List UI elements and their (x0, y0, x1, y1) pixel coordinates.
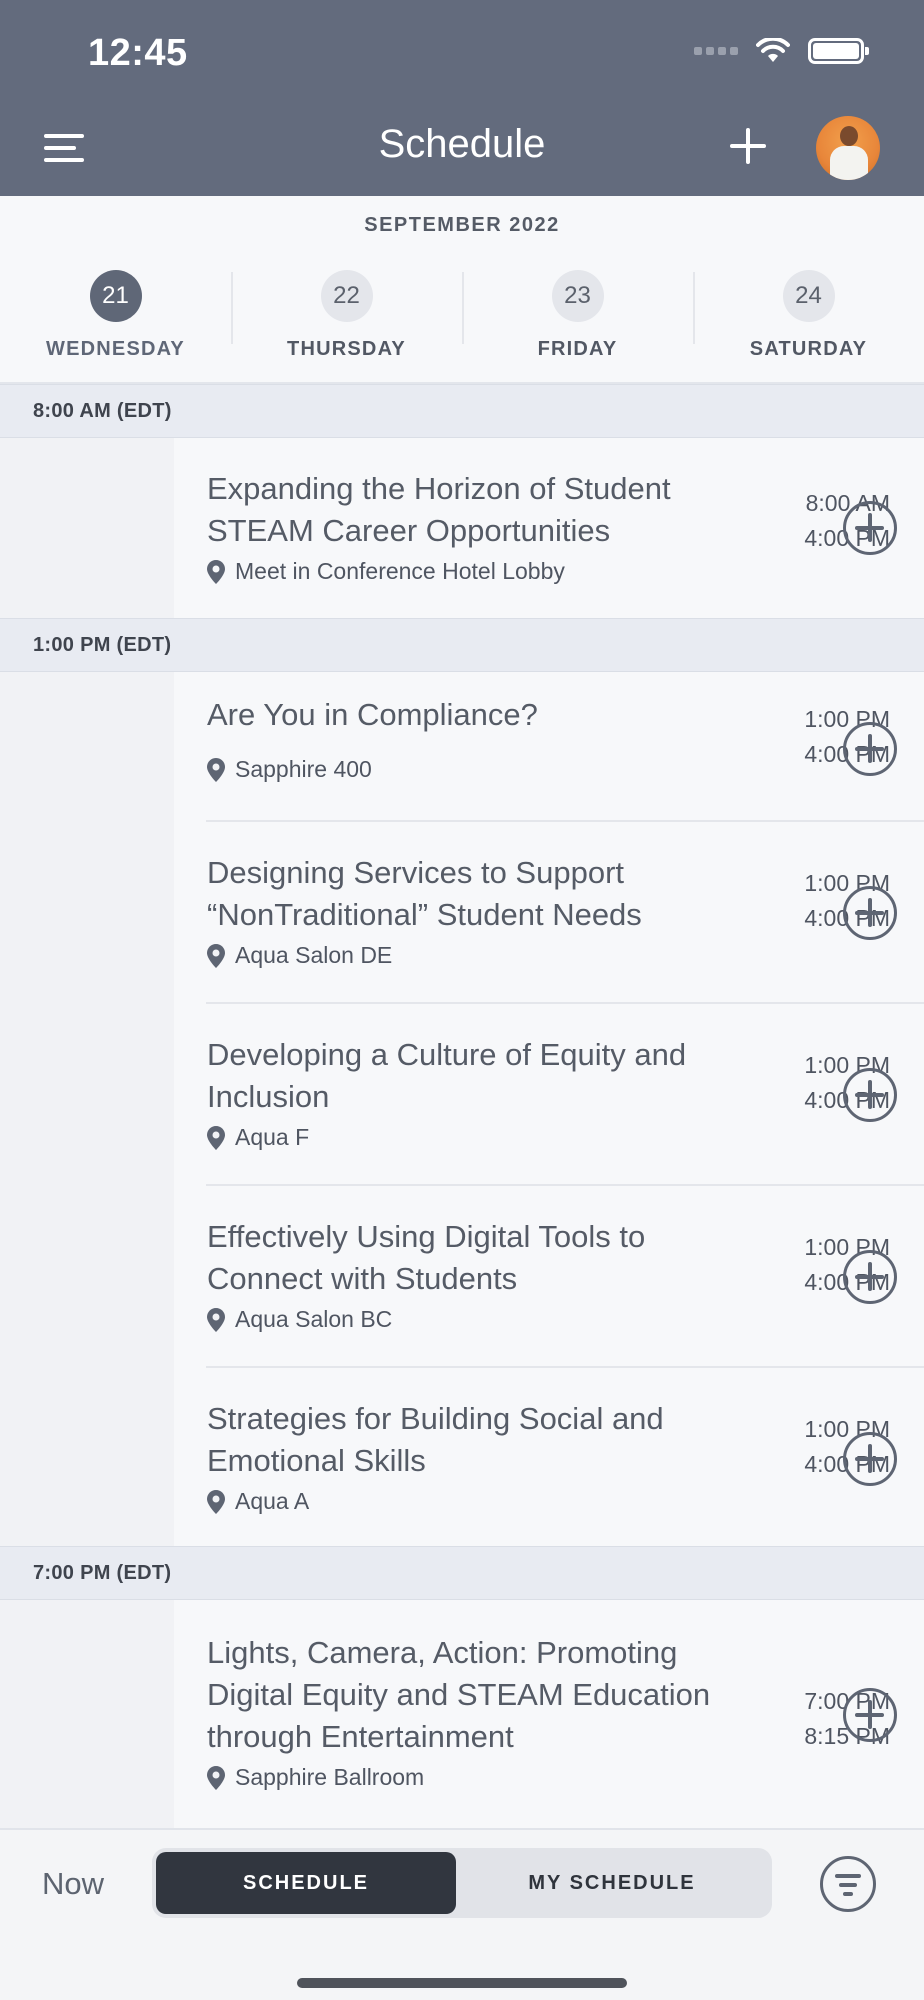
day-tab-24[interactable]: 24 SATURDAY (693, 270, 924, 360)
schedule-segmented-control: SCHEDULE MY SCHEDULE (152, 1848, 772, 1918)
add-to-schedule-button[interactable] (843, 722, 897, 776)
event-location: Sapphire Ballroom (207, 1764, 424, 1791)
event-title: Developing a Culture of Equity and Inclu… (207, 1037, 687, 1114)
add-to-schedule-button[interactable] (843, 886, 897, 940)
bottom-toolbar: Now SCHEDULE MY SCHEDULE (0, 1828, 924, 2000)
page-title: Schedule (378, 122, 546, 166)
day-label: SATURDAY (749, 338, 868, 360)
event-row[interactable]: 1:00 PM 4:00 PM Designing Services to Su… (0, 822, 924, 1004)
event-title: Effectively Using Digital Tools to Conne… (207, 1219, 646, 1296)
location-pin-icon (207, 559, 225, 584)
location-pin-icon (207, 1489, 225, 1514)
event-title: Strategies for Building Social and Emoti… (207, 1401, 664, 1478)
time-section-header: 8:00 AM (EDT) (0, 384, 924, 438)
event-row[interactable]: 8:00 AM 4:00 PM Expanding the Horizon of… (0, 438, 924, 618)
location-pin-icon (207, 943, 225, 968)
section-label: 8:00 AM (EDT) (33, 400, 172, 422)
day-number: 22 (320, 270, 373, 322)
add-to-schedule-button[interactable] (843, 1432, 897, 1486)
event-row[interactable]: 1:00 PM 4:00 PM Effectively Using Digita… (0, 1186, 924, 1368)
home-indicator (297, 1978, 627, 1988)
event-location: Meet in Conference Hotel Lobby (207, 558, 565, 585)
time-section-header: 1:00 PM (EDT) (0, 618, 924, 672)
cellular-signal-icon (694, 47, 738, 55)
event-row[interactable]: 1:00 PM 4:00 PM Strategies for Building … (0, 1368, 924, 1546)
app-header: 12:45 Schedule (0, 0, 924, 196)
day-number: 24 (782, 270, 835, 322)
wifi-icon (756, 38, 790, 62)
section-label: 7:00 PM (EDT) (33, 1562, 172, 1584)
location-pin-icon (207, 1307, 225, 1332)
add-to-schedule-button[interactable] (843, 501, 897, 555)
location-text: Aqua Salon DE (235, 942, 393, 968)
filter-icon[interactable] (820, 1856, 876, 1912)
add-to-schedule-button[interactable] (843, 1068, 897, 1122)
day-label: FRIDAY (537, 338, 618, 360)
location-text: Aqua Salon BC (235, 1306, 393, 1332)
event-title: Lights, Camera, Action: Promoting Digita… (207, 1635, 711, 1754)
status-indicators (694, 38, 869, 64)
location-pin-icon (207, 757, 225, 782)
event-title: Expanding the Horizon of Student STEAM C… (207, 471, 671, 548)
time-section-header: 7:00 PM (EDT) (0, 1546, 924, 1600)
status-time: 12:45 (88, 32, 188, 74)
day-tab-22[interactable]: 22 THURSDAY (231, 270, 462, 360)
event-location: Aqua Salon BC (207, 1306, 392, 1333)
location-text: Aqua A (235, 1488, 310, 1514)
day-tab-21[interactable]: 21 WEDNESDAY (0, 270, 231, 360)
battery-icon (808, 38, 869, 64)
location-pin-icon (207, 1765, 225, 1790)
add-to-schedule-button[interactable] (843, 1688, 897, 1742)
location-text: Sapphire 400 (235, 756, 372, 782)
tab-my-schedule[interactable]: MY SCHEDULE (456, 1852, 768, 1914)
section-label: 1:00 PM (EDT) (33, 634, 172, 656)
tab-schedule[interactable]: SCHEDULE (156, 1852, 456, 1914)
event-row[interactable]: 1:00 PM 4:00 PM Developing a Culture of … (0, 1004, 924, 1186)
day-number: 21 (89, 270, 142, 322)
day-label: THURSDAY (287, 338, 406, 360)
date-selector: SEPTEMBER 2022 21 WEDNESDAY 22 THURSDAY … (0, 196, 924, 384)
event-location: Aqua F (207, 1124, 309, 1151)
event-title: Are You in Compliance? (207, 697, 538, 732)
location-pin-icon (207, 1125, 225, 1150)
month-label: SEPTEMBER 2022 (364, 214, 560, 236)
location-text: Meet in Conference Hotel Lobby (235, 558, 565, 584)
user-avatar[interactable] (816, 116, 880, 180)
day-label: WEDNESDAY (46, 338, 185, 360)
event-location: Aqua A (207, 1488, 309, 1515)
event-row[interactable]: 7:00 PM 8:15 PM Lights, Camera, Action: … (0, 1600, 924, 1828)
add-to-schedule-button[interactable] (843, 1250, 897, 1304)
location-text: Sapphire Ballroom (235, 1764, 425, 1790)
location-text: Aqua F (235, 1124, 310, 1150)
event-row[interactable]: 1:00 PM 4:00 PM Are You in Compliance? S… (0, 672, 924, 822)
event-location: Sapphire 400 (207, 756, 372, 783)
day-number: 23 (551, 270, 604, 322)
plus-icon[interactable] (728, 126, 768, 166)
event-location: Aqua Salon DE (207, 942, 392, 969)
day-tab-23[interactable]: 23 FRIDAY (462, 270, 693, 360)
event-title: Designing Services to Support “NonTradit… (207, 855, 642, 932)
now-button[interactable]: Now (42, 1866, 104, 1902)
